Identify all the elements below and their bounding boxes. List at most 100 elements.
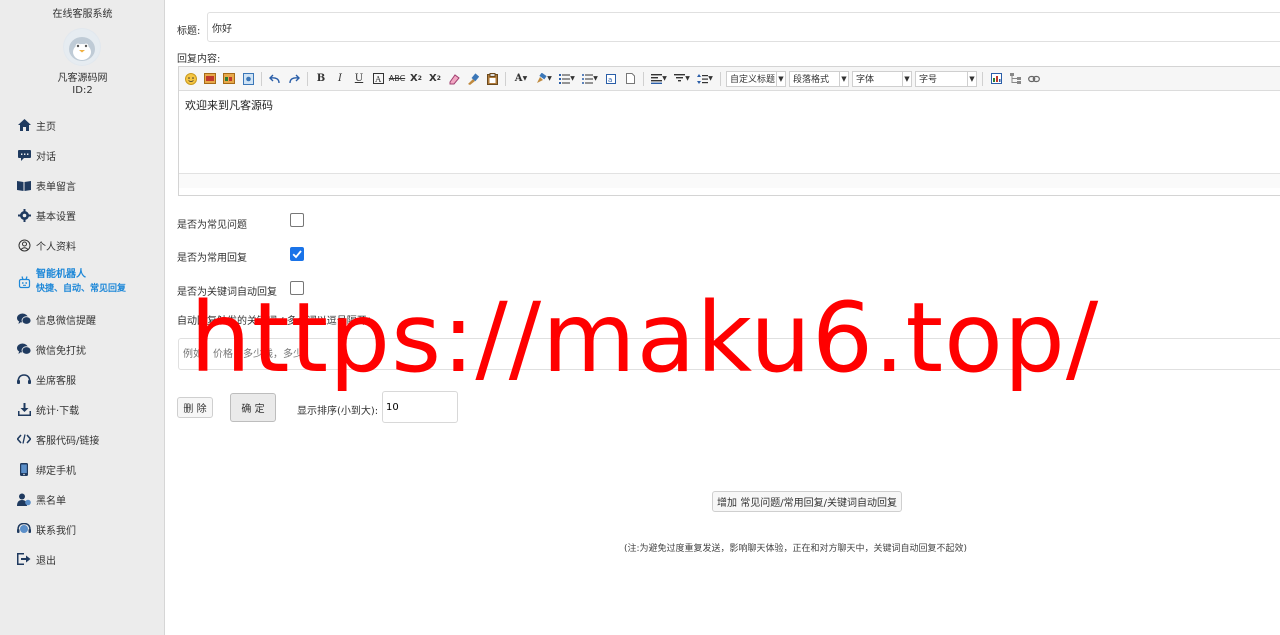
chart-icon[interactable] <box>988 71 1004 87</box>
format-painter-icon[interactable] <box>465 71 481 87</box>
font-border-icon[interactable]: A <box>370 71 386 87</box>
file-icon[interactable] <box>240 71 256 87</box>
avatar[interactable] <box>63 28 101 66</box>
sidebar-item-form-messages[interactable]: 表单留言 <box>0 170 165 200</box>
blacklist-icon <box>17 492 31 506</box>
font-size-select[interactable]: 字号 ▼ <box>915 70 977 87</box>
link-icon[interactable] <box>1026 71 1042 87</box>
sidebar-item-contact-us[interactable]: 联系我们 <box>0 514 165 544</box>
sidebar-item-logout[interactable]: 退出 <box>0 544 165 574</box>
sort-label: 显示排序(小到大): <box>297 406 379 417</box>
font-color-icon[interactable]: A ▼ <box>511 71 531 87</box>
vertical-align-icon[interactable]: ▼ <box>672 71 692 87</box>
penguin-avatar-icon <box>64 29 100 65</box>
logout-icon <box>17 552 31 566</box>
brand-title: 在线客服系统 <box>52 9 113 20</box>
shop-id: ID:2 <box>72 85 93 96</box>
font-family-select-label: 字体 <box>856 75 875 85</box>
headset-icon <box>17 372 31 386</box>
sidebar-item-label: 信息微信提醒 <box>36 315 96 327</box>
gear-icon <box>17 208 31 222</box>
sidebar-item-label: 黑名单 <box>36 495 66 507</box>
content-label: 回复内容: <box>177 54 221 65</box>
sidebar-item-label: 对话 <box>36 151 56 163</box>
checkmark-icon <box>292 250 302 259</box>
emoji-icon[interactable] <box>183 71 199 87</box>
sidebar-item-label: 微信免打扰 <box>36 345 86 357</box>
sidebar-item-seat-service[interactable]: 坐席客服 <box>0 364 165 394</box>
sidebar-item-code-link[interactable]: 客服代码/链接 <box>0 424 165 454</box>
sidebar-menu: 主页 对话 表单留言 基本设置 个人资料 智能机器人 快捷、自动、常见回复 信息… <box>0 110 165 574</box>
eraser-icon[interactable] <box>446 71 462 87</box>
sidebar-item-wechat-mute[interactable]: 微信免打扰 <box>0 334 165 364</box>
editor-content[interactable]: 欢迎来到凡客源码 <box>179 91 1280 173</box>
sidebar-item-blacklist[interactable]: 黑名单 <box>0 484 165 514</box>
line-height-icon[interactable]: ▼ <box>695 71 715 87</box>
chevron-down-icon: ▼ <box>776 71 785 86</box>
confirm-button[interactable]: 确 定 <box>230 393 276 422</box>
sidebar-item-label: 绑定手机 <box>36 465 76 477</box>
undo-icon[interactable] <box>267 71 283 87</box>
font-family-select[interactable]: 字体 ▼ <box>852 70 912 87</box>
phone-icon <box>17 462 31 476</box>
sidebar-item-label: 基本设置 <box>36 211 76 223</box>
chat-icon <box>17 148 31 162</box>
sidebar-item-stats-download[interactable]: 统计·下载 <box>0 394 165 424</box>
subscript-icon[interactable]: X2 <box>427 71 443 87</box>
sidebar-item-profile[interactable]: 个人资料 <box>0 230 165 260</box>
sitemap-icon[interactable] <box>1007 71 1023 87</box>
download-icon <box>17 402 31 416</box>
superscript-icon[interactable]: X2 <box>408 71 424 87</box>
rich-text-editor[interactable]: B I U A ABC X2 X2 A ▼ ▼ ▼ ▼ a ▼ ▼ ▼ 自定义标题… <box>178 66 1280 196</box>
common-reply-checkbox[interactable] <box>290 247 304 261</box>
sidebar-item-label: 客服代码/链接 <box>36 435 100 447</box>
multi-image-icon[interactable] <box>221 71 237 87</box>
italic-icon[interactable]: I <box>332 71 348 87</box>
faq-checkbox[interactable] <box>290 213 304 227</box>
contact-icon <box>17 522 31 536</box>
paragraph-format-select[interactable]: 段落格式 ▼ <box>789 70 849 87</box>
sidebar-item-label: 坐席客服 <box>36 375 76 387</box>
code-icon <box>17 432 31 446</box>
keywords-input[interactable] <box>178 338 1280 370</box>
editor-toolbar: B I U A ABC X2 X2 A ▼ ▼ ▼ ▼ a ▼ ▼ ▼ 自定义标题… <box>179 67 1280 91</box>
paste-text-icon[interactable] <box>484 71 500 87</box>
auto-reply-note: (注:为避免过度重复发送，影响聊天体验，正在和对方聊天中，关键词自动回复不起效) <box>624 544 968 554</box>
sort-order-input[interactable] <box>382 391 458 423</box>
sidebar-item-home[interactable]: 主页 <box>0 110 165 140</box>
link-box-icon[interactable]: a <box>603 71 619 87</box>
image-icon[interactable] <box>202 71 218 87</box>
svg-text:a: a <box>608 76 612 84</box>
strikethrough-icon[interactable]: ABC <box>389 71 405 87</box>
custom-title-select[interactable]: 自定义标题 ▼ <box>726 70 786 87</box>
sidebar-item-basic-settings[interactable]: 基本设置 <box>0 200 165 230</box>
sidebar-item-label: 表单留言 <box>36 181 76 193</box>
chevron-down-icon: ▼ <box>902 71 911 86</box>
align-icon[interactable]: ▼ <box>649 71 669 87</box>
blank-page-icon[interactable] <box>622 71 638 87</box>
sidebar-item-label: 个人资料 <box>36 241 76 253</box>
bold-icon[interactable]: B <box>313 71 329 87</box>
sidebar-item-smart-robot[interactable]: 智能机器人 快捷、自动、常见回复 <box>0 260 165 304</box>
sidebar-item-bind-phone[interactable]: 绑定手机 <box>0 454 165 484</box>
sidebar-item-sublabel: 快捷、自动、常见回复 <box>36 284 127 294</box>
keyword-auto-reply-label: 是否为关键词自动回复 <box>177 287 277 298</box>
delete-button[interactable]: 删 除 <box>177 397 213 418</box>
title-input[interactable] <box>207 12 1280 42</box>
chevron-down-icon: ▼ <box>967 71 976 86</box>
title-label: 标题: <box>177 26 201 37</box>
sidebar-item-label: 主页 <box>36 121 56 133</box>
highlight-color-icon[interactable]: ▼ <box>534 71 554 87</box>
faq-label: 是否为常见问题 <box>177 220 247 231</box>
sidebar-item-chat[interactable]: 对话 <box>0 140 165 170</box>
editor-statusbar <box>179 173 1280 188</box>
ordered-list-icon[interactable]: ▼ <box>557 71 577 87</box>
redo-icon[interactable] <box>286 71 302 87</box>
sidebar-item-wechat-notify[interactable]: 信息微信提醒 <box>0 304 165 334</box>
keyword-auto-reply-checkbox[interactable] <box>290 281 304 295</box>
sidebar-item-label: 退出 <box>36 555 56 567</box>
add-reply-button[interactable]: 增加 常见问题/常用回复/关键词自动回复 <box>712 491 902 512</box>
unordered-list-icon[interactable]: ▼ <box>580 71 600 87</box>
underline-icon[interactable]: U <box>351 71 367 87</box>
chevron-down-icon: ▼ <box>839 71 848 86</box>
